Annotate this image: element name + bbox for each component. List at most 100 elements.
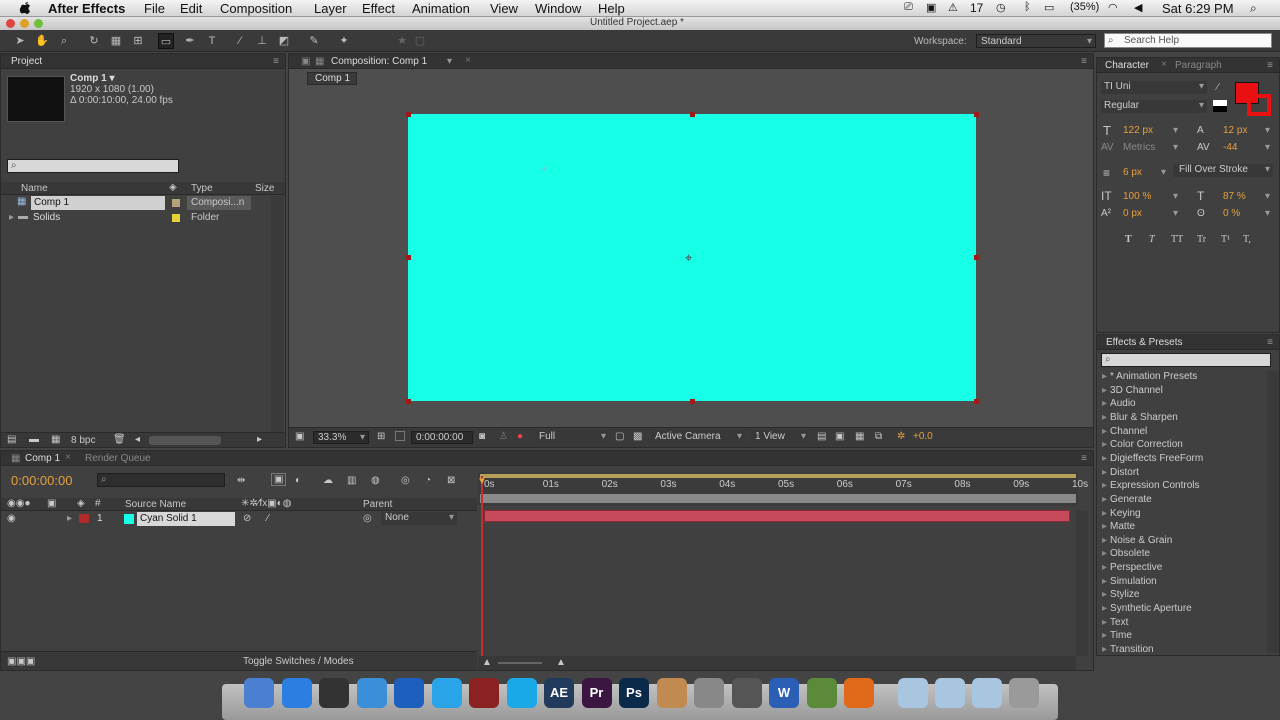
tab-timeline-comp[interactable]: Comp 1 — [25, 453, 60, 464]
tab-project[interactable]: Project — [11, 56, 42, 67]
effects-category-item[interactable]: ▸ Text — [1102, 617, 1128, 628]
pan-behind-tool-icon[interactable]: ⊞ — [130, 33, 146, 49]
column-size[interactable]: Size — [255, 183, 274, 194]
close-icon[interactable]: × — [465, 55, 471, 66]
tab-effects-presets[interactable]: Effects & Presets — [1106, 337, 1183, 348]
close-icon[interactable]: × — [65, 452, 71, 463]
motion-blur-icon[interactable]: ◍ — [371, 475, 380, 486]
dock-folder-icon[interactable] — [898, 678, 928, 708]
effects-category-item[interactable]: ▸ Expression Controls — [1102, 480, 1200, 491]
clock[interactable]: Sat 6:29 PM — [1162, 1, 1234, 16]
effects-category-item[interactable]: ▸ Noise & Grain — [1102, 535, 1172, 546]
chevron-down-icon[interactable]: ▾ — [447, 56, 452, 67]
safe-margins-icon[interactable]: ⊞ — [377, 431, 385, 442]
zoom-slider[interactable] — [498, 662, 542, 664]
timeline-icon[interactable]: ▦ — [855, 431, 864, 442]
interpret-footage-icon[interactable]: ▤ — [7, 434, 16, 445]
transform-handle[interactable] — [406, 112, 411, 117]
effects-category-item[interactable]: ▸ Channel — [1102, 426, 1147, 437]
label-tag-icon[interactable]: ◈ — [169, 182, 177, 193]
current-time-field[interactable]: 0:00:00:00 — [411, 431, 473, 444]
transform-handle[interactable] — [406, 255, 411, 260]
mask-visibility-icon[interactable] — [395, 431, 405, 441]
disclosure-triangle-icon[interactable]: ▸ — [1102, 576, 1107, 587]
timeline-scrollbar[interactable] — [1076, 510, 1088, 656]
effects-category-item[interactable]: ▸ Time — [1102, 630, 1132, 641]
effects-category-item[interactable]: ▸ Stylize — [1102, 589, 1139, 600]
all-caps-button[interactable]: TT — [1171, 234, 1183, 245]
dock-skype-icon[interactable] — [506, 678, 537, 708]
dock-photo-booth-icon[interactable] — [469, 678, 499, 708]
effects-category-item[interactable]: ▸ Generate — [1102, 494, 1152, 505]
dock-tuner-icon[interactable] — [731, 678, 762, 708]
toggle-switches-modes-button[interactable]: Toggle Switches / Modes — [243, 656, 354, 667]
lock-icon[interactable]: ▣ — [301, 56, 310, 67]
ai-version[interactable]: 17 — [970, 1, 983, 15]
column-name[interactable]: Name — [21, 183, 48, 194]
effects-category-item[interactable]: ▸ Synthetic Aperture — [1102, 603, 1192, 614]
new-comp-icon[interactable]: ▦ — [51, 434, 60, 445]
project-h-scrollbar[interactable] — [149, 436, 221, 445]
exposure-icon[interactable]: ✲ — [897, 431, 905, 442]
chevron-down-icon[interactable]: ▾ — [1265, 125, 1270, 136]
disclosure-triangle-icon[interactable]: ▸ — [1102, 480, 1107, 491]
clone-stamp-tool-icon[interactable]: ⊥ — [254, 33, 270, 49]
dock-preview-icon[interactable] — [694, 678, 724, 708]
disclosure-triangle-icon[interactable]: ▸ — [1102, 412, 1107, 423]
camera-select[interactable]: Active Camera ▾ — [651, 431, 745, 444]
effects-category-item[interactable]: ▸ 3D Channel — [1102, 385, 1163, 396]
scroll-right-icon[interactable]: ▸ — [257, 434, 262, 445]
effects-category-item[interactable]: ▸ * Animation Presets — [1102, 371, 1197, 382]
battery-icon[interactable]: ▭ — [1044, 1, 1054, 14]
effects-category-item[interactable]: ▸ Perspective — [1102, 562, 1162, 573]
effects-category-item[interactable]: ▸ Transition — [1102, 644, 1154, 655]
table-row[interactable]: ◉ ▸ 1 Cyan Solid 1 ⊘ ⁄ ◎ None ▾ — [1, 512, 477, 526]
panel-menu-icon[interactable]: ≡ — [1081, 453, 1087, 464]
transform-handle[interactable] — [974, 399, 979, 404]
status-app-icon[interactable]: ▣ — [926, 1, 936, 14]
panel-menu-icon[interactable]: ≡ — [273, 56, 279, 67]
table-row[interactable]: ▸ ▬ Solids Folder — [1, 211, 271, 225]
small-caps-button[interactable]: Tr — [1197, 234, 1206, 245]
disclosure-triangle-icon[interactable]: ▸ — [1102, 494, 1107, 505]
selection-tool-icon[interactable]: ➤ — [12, 33, 28, 49]
zoom-window-button[interactable] — [34, 19, 43, 28]
disclosure-triangle-icon[interactable]: ▸ — [1102, 453, 1107, 464]
screen-record-icon[interactable]: ⎚ — [904, 1, 913, 14]
playhead-icon[interactable]: ▼ — [477, 476, 487, 487]
transform-handle[interactable] — [406, 399, 411, 404]
bpc-label[interactable]: 8 bpc — [71, 435, 95, 446]
bluetooth-icon[interactable]: ᛒ — [1024, 1, 1031, 13]
magnification-select[interactable]: 33.3% ▾ — [313, 431, 369, 444]
menu-layer[interactable]: Layer — [314, 1, 347, 16]
close-icon[interactable]: × — [1161, 59, 1167, 70]
dock-app-store-icon[interactable] — [281, 678, 312, 708]
work-area-bar[interactable] — [480, 474, 1076, 478]
chevron-down-icon[interactable]: ▾ — [1173, 142, 1178, 153]
horizontal-scale-value[interactable]: 87 % — [1223, 191, 1246, 202]
font-family-select[interactable]: TI Uni ▾ — [1101, 81, 1207, 94]
show-snapshot-icon[interactable]: ♙ — [499, 431, 508, 442]
font-size-value[interactable]: 122 px — [1123, 125, 1153, 136]
effects-category-item[interactable]: ▸ Color Correction — [1102, 439, 1183, 450]
transparency-grid-icon[interactable]: ▩ — [633, 431, 642, 442]
chevron-down-icon[interactable]: ▾ — [1265, 142, 1270, 153]
dock-ae-icon[interactable]: AE — [544, 678, 574, 708]
font-style-select[interactable]: Regular ▾ — [1101, 100, 1207, 113]
chevron-down-icon[interactable]: ▾ — [1265, 191, 1270, 202]
resolution-select[interactable]: Full ▾ — [535, 431, 609, 444]
spotlight-icon[interactable]: ⌕ — [1250, 1, 1257, 16]
dock-pr-icon[interactable]: Pr — [581, 678, 612, 708]
menu-animation[interactable]: Animation — [412, 1, 470, 16]
dock-itunes-icon[interactable] — [431, 678, 462, 708]
faux-italic-button[interactable]: T — [1149, 234, 1155, 245]
zoom-tool-icon[interactable]: ⌕ — [56, 33, 72, 49]
column-type[interactable]: Type — [191, 183, 213, 194]
battery-percent[interactable]: (35%) — [1070, 1, 1099, 13]
menu-edit[interactable]: Edit — [180, 1, 202, 16]
time-navigator[interactable] — [480, 494, 1076, 503]
chevron-down-icon[interactable]: ▾ — [1173, 208, 1178, 219]
dock-finder-icon[interactable] — [244, 678, 274, 708]
frame-blending-icon[interactable]: ▥ — [347, 475, 356, 486]
effects-category-item[interactable]: ▸ Distort — [1102, 467, 1139, 478]
